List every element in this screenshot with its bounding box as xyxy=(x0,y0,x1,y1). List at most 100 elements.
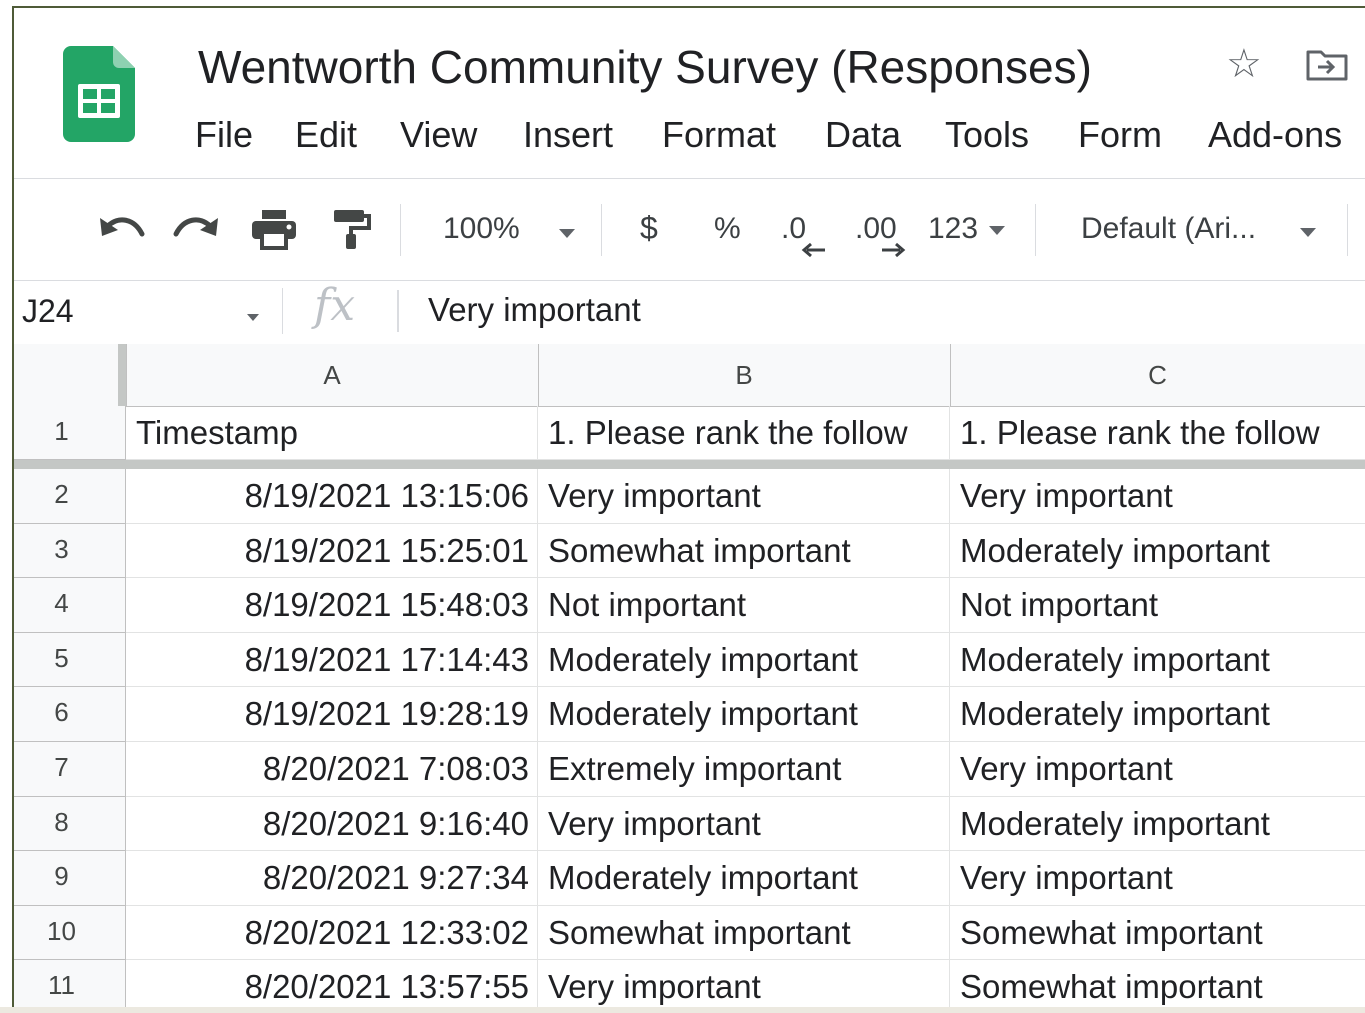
table-row: 4 8/19/2021 15:48:03 Not important Not impo… xyxy=(14,578,1365,633)
name-box-dropdown-icon[interactable] xyxy=(247,314,259,321)
cell-a3[interactable]: 8/19/2021 15:25:01 xyxy=(126,523,538,579)
redo-icon[interactable] xyxy=(172,212,222,248)
more-formats-dropdown-icon[interactable] xyxy=(989,226,1005,235)
toolbar-separator xyxy=(1035,204,1036,256)
formula-input[interactable]: Very important xyxy=(428,291,641,329)
cell-a9[interactable]: 8/20/2021 9:27:34 xyxy=(126,851,538,906)
select-all-corner[interactable] xyxy=(14,344,127,406)
cell-c3[interactable]: Moderately important xyxy=(950,524,1365,579)
table-row: 7 8/20/2021 7:08:03 Extremely important Ver… xyxy=(14,742,1365,797)
cell-b8[interactable]: Very important xyxy=(538,796,950,852)
zoom-dropdown-icon[interactable] xyxy=(559,229,575,238)
cell-c5[interactable]: Moderately important xyxy=(950,633,1365,688)
sheets-logo-icon[interactable] xyxy=(63,46,135,142)
row-header[interactable]: 8 xyxy=(14,796,126,852)
formula-separator xyxy=(397,290,399,332)
cell-b4[interactable]: Not important xyxy=(538,578,950,633)
column-header-row: A B C xyxy=(14,344,1365,407)
format-currency-button[interactable]: $ xyxy=(640,210,658,247)
cell-b10[interactable]: Somewhat important xyxy=(538,905,950,961)
cell-c1[interactable]: 1. Please rank the follow xyxy=(950,406,1365,460)
cell-b3[interactable]: Somewhat important xyxy=(538,523,950,579)
row-header[interactable]: 1 xyxy=(14,406,126,460)
menu-form[interactable]: Form xyxy=(1078,114,1162,156)
toolbar-divider xyxy=(14,280,1365,281)
cell-b11[interactable]: Very important xyxy=(538,960,950,1013)
column-header-b[interactable]: B xyxy=(538,344,951,406)
decrease-decimal-button[interactable]: .0 xyxy=(781,212,806,246)
cell-a11[interactable]: 8/20/2021 13:57:55 xyxy=(126,960,538,1013)
format-percent-button[interactable]: % xyxy=(714,212,741,246)
window-frame-top xyxy=(12,6,1365,8)
cell-b2[interactable]: Very important xyxy=(538,469,950,524)
row-header[interactable]: 3 xyxy=(14,523,126,579)
column-header-a[interactable]: A xyxy=(126,344,539,406)
fx-icon: fx xyxy=(314,280,356,331)
cell-b6[interactable]: Moderately important xyxy=(538,687,950,742)
zoom-select[interactable]: 100% xyxy=(443,212,520,246)
name-box[interactable]: J24 xyxy=(22,293,74,330)
menu-edit[interactable]: Edit xyxy=(295,114,357,156)
more-formats-button[interactable]: 123 xyxy=(928,212,978,246)
row-header[interactable]: 9 xyxy=(14,851,126,906)
column-header-c[interactable]: C xyxy=(950,344,1365,406)
cell-c6[interactable]: Moderately important xyxy=(950,687,1365,742)
row-header[interactable]: 4 xyxy=(14,578,126,633)
cell-b1[interactable]: 1. Please rank the follow xyxy=(538,406,950,460)
formula-separator xyxy=(282,288,283,334)
font-select[interactable]: Default (Ari... xyxy=(1081,212,1256,246)
row-header[interactable]: 10 xyxy=(14,905,126,961)
toolbar-separator xyxy=(601,204,602,256)
menu-tools[interactable]: Tools xyxy=(945,114,1029,156)
cell-a7[interactable]: 8/20/2021 7:08:03 xyxy=(126,742,538,797)
cell-b5[interactable]: Moderately important xyxy=(538,632,950,688)
menu-format[interactable]: Format xyxy=(662,114,776,156)
cell-c2[interactable]: Very important xyxy=(950,469,1365,524)
cell-c9[interactable]: Very important xyxy=(950,851,1365,906)
row-header[interactable]: 2 xyxy=(14,469,126,524)
cell-a2[interactable]: 8/19/2021 13:15:06 xyxy=(126,469,538,524)
menu-file[interactable]: File xyxy=(195,114,253,156)
menu-data[interactable]: Data xyxy=(825,114,901,156)
move-to-folder-icon[interactable] xyxy=(1305,48,1349,82)
increase-decimal-button[interactable]: .00 xyxy=(855,212,897,246)
document-title[interactable]: Wentworth Community Survey (Responses) xyxy=(198,40,1092,94)
cell-c8[interactable]: Moderately important xyxy=(950,797,1365,852)
menu-insert[interactable]: Insert xyxy=(523,114,613,156)
cell-a8[interactable]: 8/20/2021 9:16:40 xyxy=(126,796,538,852)
row-header[interactable]: 6 xyxy=(14,687,126,742)
table-row: 9 8/20/2021 9:27:34 Moderately important Ve… xyxy=(14,851,1365,906)
print-icon[interactable] xyxy=(250,208,298,250)
paint-format-icon[interactable] xyxy=(332,208,372,250)
table-row: 1 Timestamp 1. Please rank the follow 1. Pl… xyxy=(14,406,1365,460)
cell-a10[interactable]: 8/20/2021 12:33:02 xyxy=(126,905,538,961)
cell-b9[interactable]: Moderately important xyxy=(538,851,950,906)
cell-c4[interactable]: Not important xyxy=(950,578,1365,633)
row-header[interactable]: 11 xyxy=(14,960,126,1013)
menu-add-ons[interactable]: Add-ons xyxy=(1208,114,1342,156)
table-row: 2 8/19/2021 13:15:06 Very important Very im… xyxy=(14,469,1365,524)
cell-c7[interactable]: Very important xyxy=(950,742,1365,797)
row-header[interactable]: 5 xyxy=(14,632,126,688)
menu-view[interactable]: View xyxy=(400,114,477,156)
cell-a4[interactable]: 8/19/2021 15:48:03 xyxy=(126,578,538,633)
cell-c10[interactable]: Somewhat important xyxy=(950,906,1365,961)
header-divider xyxy=(14,178,1365,179)
undo-icon[interactable] xyxy=(96,212,146,248)
spreadsheet-grid: A B C 1 Timestamp 1. Please rank the follo… xyxy=(14,344,1365,1013)
cell-a1[interactable]: Timestamp xyxy=(126,406,538,460)
table-row: 11 8/20/2021 13:57:55 Very important Somewh… xyxy=(14,960,1365,1013)
cell-a5[interactable]: 8/19/2021 17:14:43 xyxy=(126,632,538,688)
cell-c11[interactable]: Somewhat important xyxy=(950,960,1365,1013)
toolbar-separator xyxy=(1347,204,1348,256)
toolbar-separator xyxy=(400,204,401,256)
table-row: 8 8/20/2021 9:16:40 Very important Moderate… xyxy=(14,796,1365,852)
table-row: 10 8/20/2021 12:33:02 Somewhat important So… xyxy=(14,905,1365,961)
row-header[interactable]: 7 xyxy=(14,742,126,797)
cell-b7[interactable]: Extremely important xyxy=(538,742,950,797)
freeze-column-handle[interactable] xyxy=(118,344,126,406)
freeze-row-handle[interactable] xyxy=(14,460,1365,469)
star-icon[interactable]: ☆ xyxy=(1226,44,1262,84)
font-dropdown-icon[interactable] xyxy=(1300,228,1316,237)
cell-a6[interactable]: 8/19/2021 19:28:19 xyxy=(126,687,538,742)
